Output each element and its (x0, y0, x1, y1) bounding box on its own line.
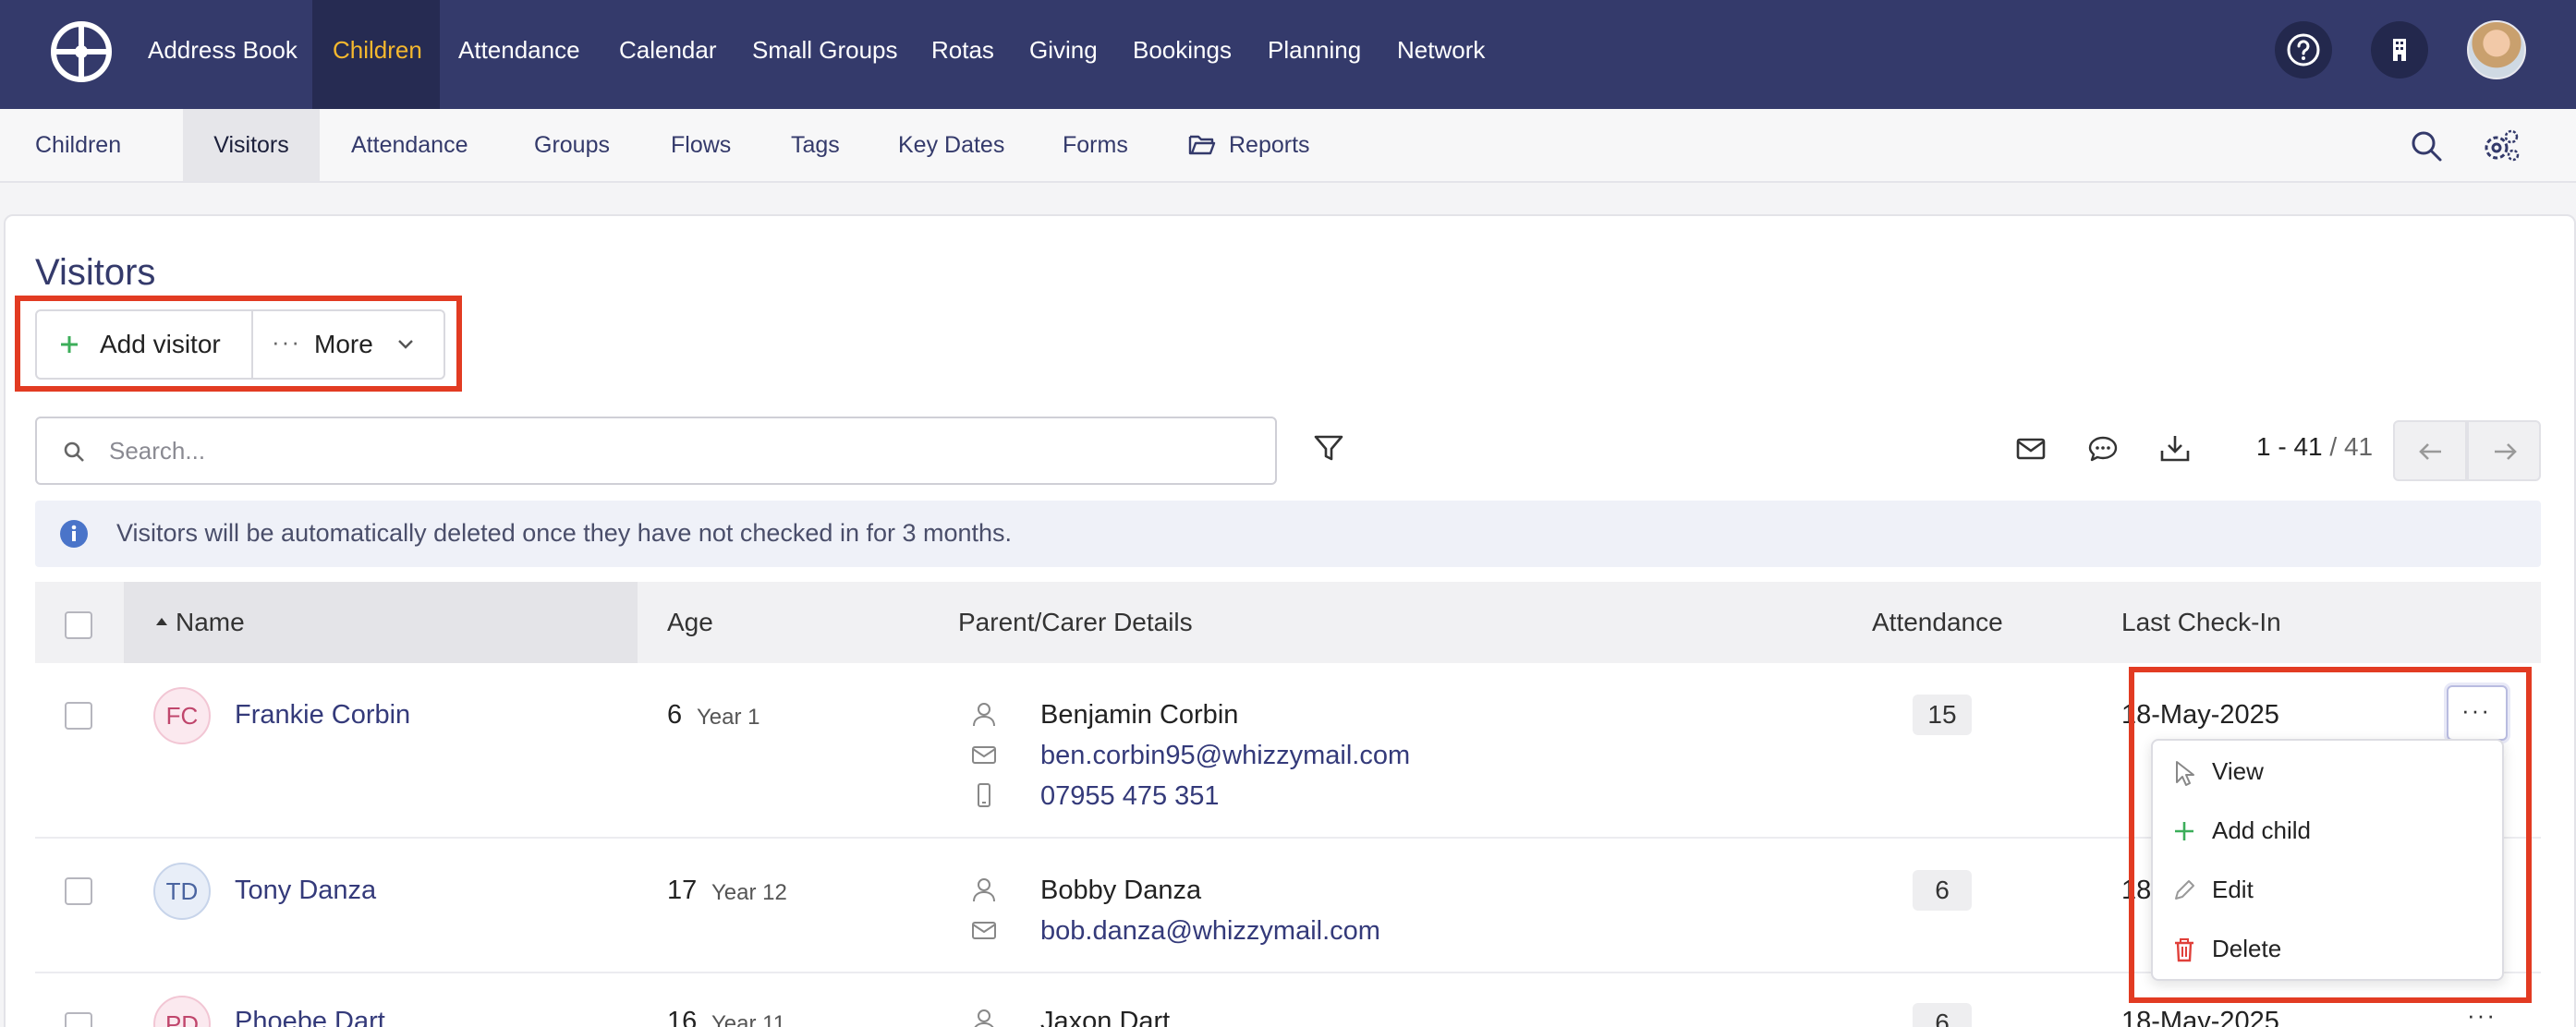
arrow-right-icon (2495, 443, 2517, 460)
pager-range: 1 - 41 (2256, 432, 2323, 461)
nav-calendar[interactable]: Calendar (599, 0, 737, 109)
school-year: Year 12 (711, 880, 787, 905)
info-text: Visitors will be automatically deleted o… (116, 519, 1013, 547)
parent-email-link[interactable]: bob.danza@whizzymail.com (1040, 916, 1380, 947)
organisation-button[interactable] (2371, 21, 2428, 79)
table-header: Name Age Parent/Carer Details Attendance… (35, 582, 2541, 663)
sort-asc-icon (156, 618, 167, 625)
more-label: More (314, 330, 373, 358)
next-page-button[interactable] (2467, 420, 2541, 481)
attendance-badge: 15 (1913, 695, 1972, 735)
header-name: Name (176, 608, 245, 636)
age-value: 16 (667, 1007, 698, 1027)
person-icon (973, 703, 995, 727)
phone-icon (978, 783, 990, 807)
child-name-link[interactable]: Phoebe Dart (235, 1007, 385, 1027)
ellipsis-icon: ··· (272, 328, 301, 356)
nav-children[interactable]: Children (312, 0, 440, 109)
parent-phone-link[interactable]: 07955 475 351 (1040, 781, 1220, 812)
search-icon[interactable] (2410, 129, 2443, 163)
more-button[interactable]: ··· More (253, 311, 444, 378)
row-more-icon[interactable]: ··· (2467, 1001, 2497, 1027)
info-icon (60, 520, 88, 548)
select-all-checkbox[interactable] (65, 611, 92, 639)
user-avatar[interactable] (2467, 20, 2526, 79)
subnav-forms[interactable]: Forms (1063, 109, 1128, 181)
avatar: PD (153, 996, 211, 1027)
help-icon (2287, 33, 2320, 66)
settings-icon[interactable] (2482, 127, 2521, 164)
subnav-flows[interactable]: Flows (671, 109, 731, 181)
pager-count: 1 - 41 / 41 (2256, 432, 2373, 462)
search-input[interactable] (109, 428, 1255, 474)
parent-name: Benjamin Corbin (1040, 700, 1239, 730)
subnav-tags[interactable]: Tags (791, 109, 840, 181)
avatar: TD (153, 863, 211, 920)
row-checkbox[interactable] (65, 702, 92, 730)
app-logo[interactable] (50, 20, 113, 83)
parent-name: Bobby Danza (1040, 876, 1202, 905)
nav-bookings[interactable]: Bookings (1112, 0, 1252, 109)
pager-total: / 41 (2329, 432, 2374, 461)
school-year: Year 1 (697, 705, 760, 730)
building-icon (2393, 39, 2406, 61)
name-column-header[interactable]: Name (124, 582, 638, 663)
attendance-badge: 6 (1913, 870, 1972, 911)
person-icon (973, 878, 995, 902)
page-title: Visitors (35, 252, 156, 293)
arrow-left-icon (2419, 443, 2441, 460)
nav-planning[interactable]: Planning (1247, 0, 1381, 109)
prev-page-button[interactable] (2393, 420, 2467, 481)
header-parent: Parent/Carer Details (958, 608, 1193, 636)
nav-address-book[interactable]: Address Book (128, 0, 318, 109)
action-button-group: Add visitor ··· More (35, 309, 445, 380)
row-checkbox[interactable] (65, 877, 92, 905)
child-name-link[interactable]: Tony Danza (235, 876, 376, 906)
filter-icon[interactable] (1312, 432, 1345, 465)
highlight-box-menu (2129, 667, 2532, 1003)
download-icon[interactable] (2158, 432, 2192, 465)
age-value: 17 (667, 876, 698, 905)
subnav-children[interactable]: Children (7, 109, 149, 181)
subnav-groups[interactable]: Groups (534, 109, 610, 181)
school-year: Year 11 (711, 1011, 786, 1027)
header-attendance[interactable]: Attendance (1872, 608, 2003, 637)
attendance-badge: 6 (1913, 1003, 1972, 1027)
nav-giving[interactable]: Giving (1009, 0, 1118, 109)
row-checkbox[interactable] (65, 1012, 92, 1027)
child-name-link[interactable]: Frankie Corbin (235, 700, 410, 731)
header-last-check-in[interactable]: Last Check-In (2121, 608, 2281, 637)
nav-attendance[interactable]: Attendance (438, 0, 601, 109)
email-icon (972, 922, 996, 939)
chevron-down-icon (398, 340, 413, 349)
email-icon (972, 746, 996, 764)
nav-rotas[interactable]: Rotas (911, 0, 1015, 109)
subnav-attendance[interactable]: Attendance (351, 109, 468, 181)
header-age[interactable]: Age (667, 608, 713, 637)
search-box (35, 417, 1277, 485)
folder-icon (1188, 135, 1216, 155)
top-navigation: Address Book Children Attendance Calenda… (0, 0, 2576, 109)
parent-name: Jaxon Dart (1040, 1007, 1171, 1027)
age-value: 6 (667, 700, 683, 730)
info-banner: Visitors will be automatically deleted o… (35, 501, 2541, 567)
last-check-in-date: 18-May-2025 (2121, 1007, 2279, 1027)
help-button[interactable] (2275, 21, 2332, 79)
nav-network[interactable]: Network (1377, 0, 1505, 109)
person-icon (974, 1009, 994, 1027)
email-icon[interactable] (2014, 432, 2047, 465)
sub-navigation: Children Visitors Attendance Groups Flow… (0, 109, 2576, 183)
subnav-reports[interactable]: Reports (1229, 109, 1310, 181)
parent-email-link[interactable]: ben.corbin95@whizzymail.com (1040, 741, 1410, 771)
plus-icon (61, 336, 78, 353)
add-visitor-label: Add visitor (100, 330, 221, 358)
nav-small-groups[interactable]: Small Groups (732, 0, 918, 109)
message-icon[interactable] (2086, 432, 2120, 465)
subnav-key-dates[interactable]: Key Dates (898, 109, 1004, 181)
subnav-visitors[interactable]: Visitors (183, 109, 320, 181)
avatar: FC (153, 687, 211, 744)
search-icon (64, 441, 84, 462)
